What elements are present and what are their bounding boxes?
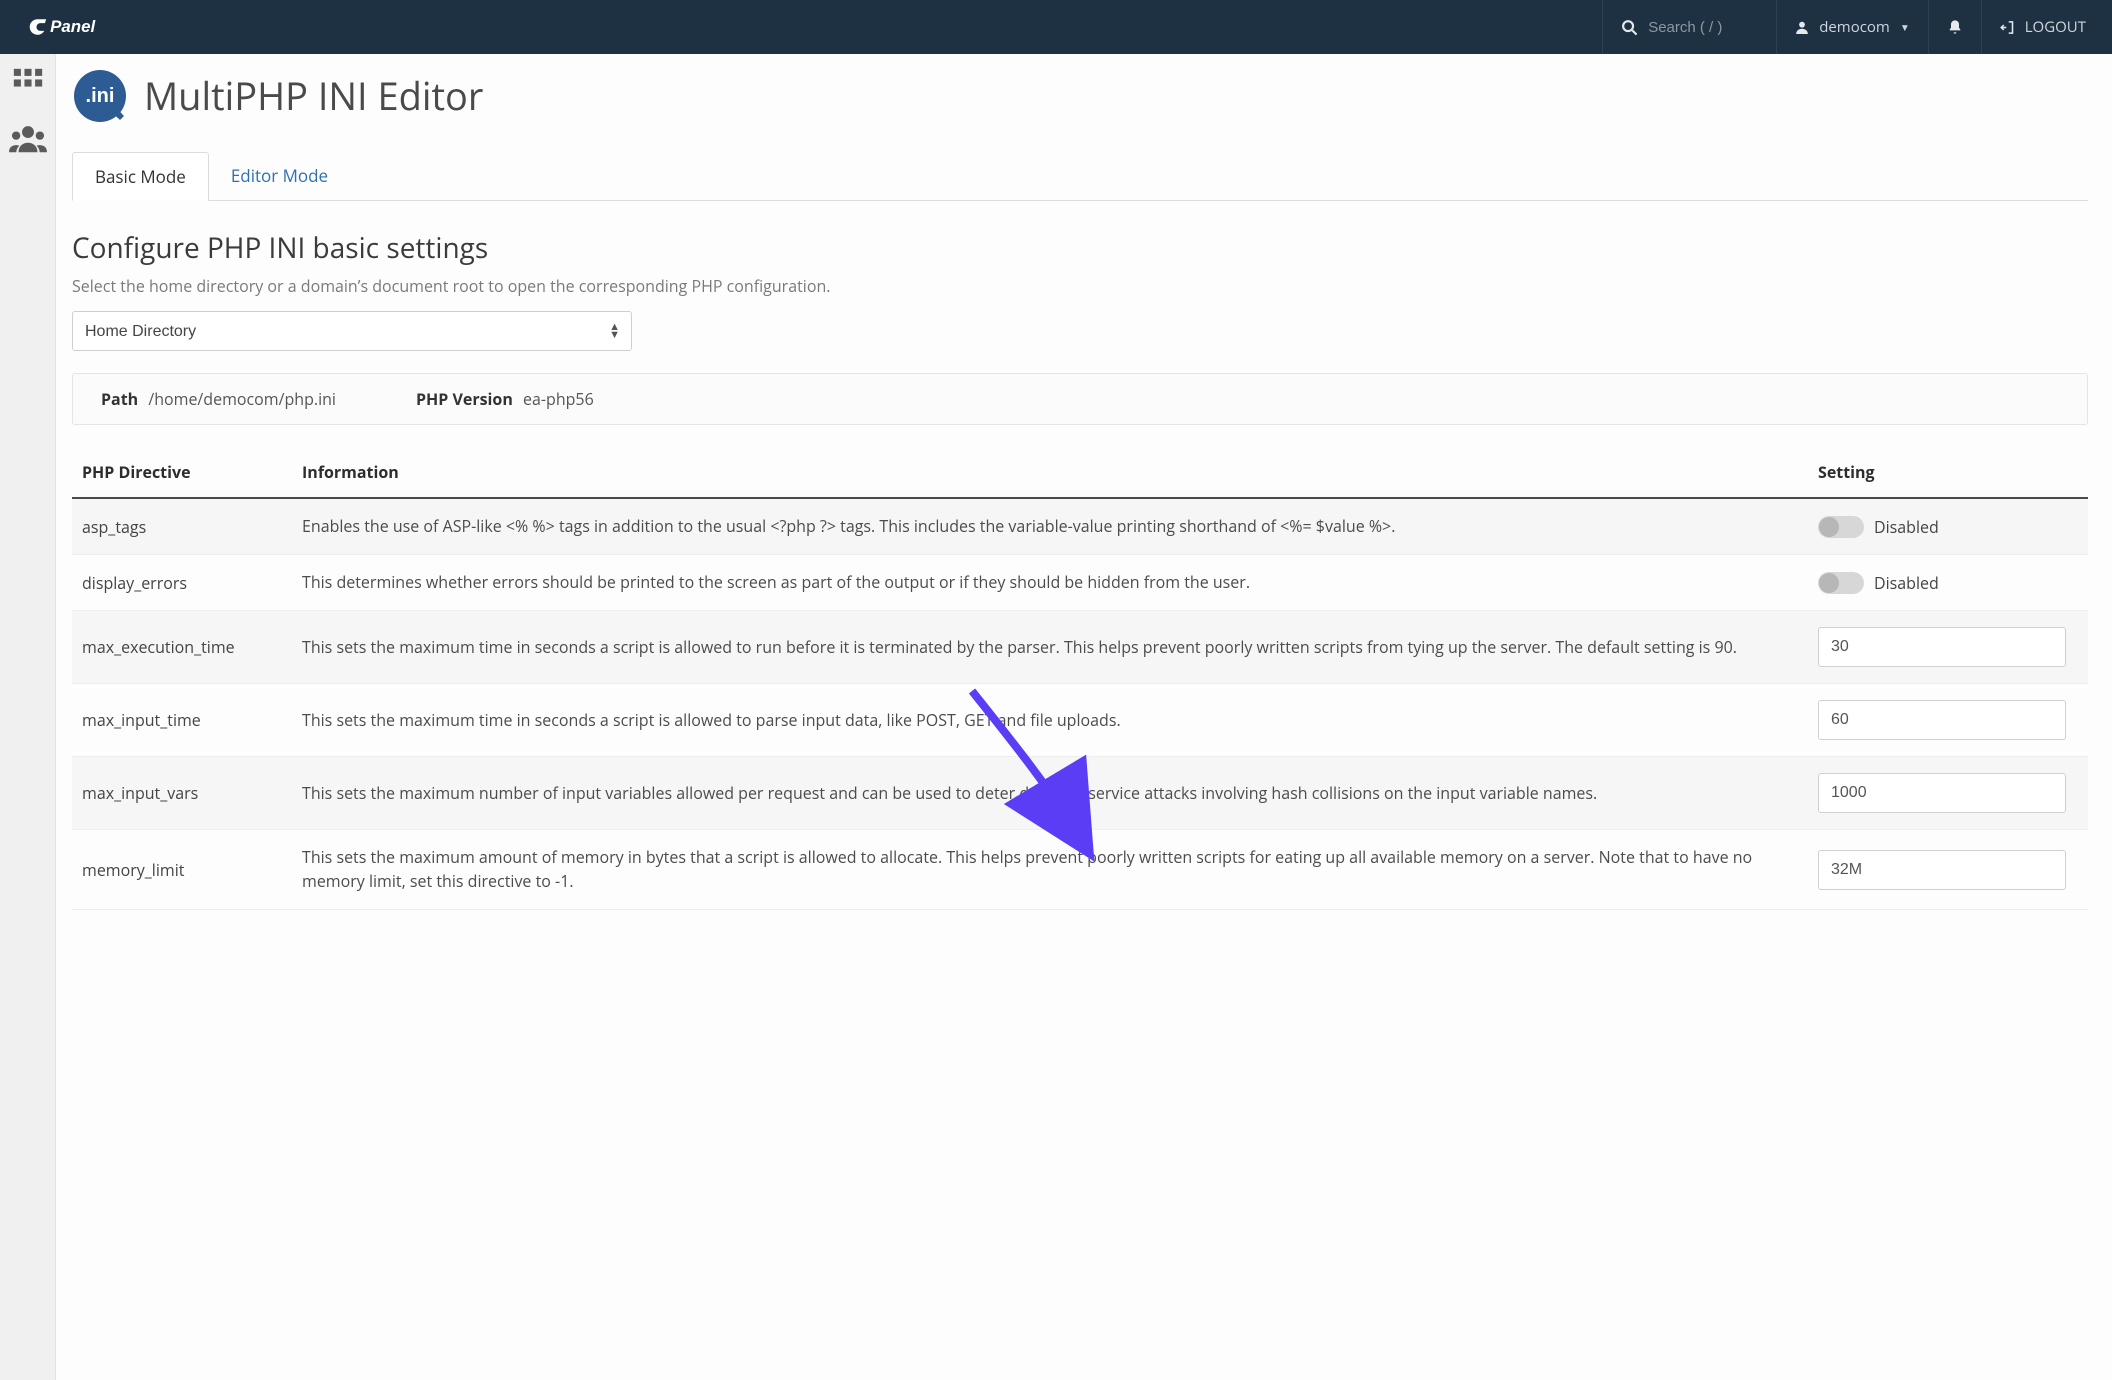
cpanel-logo[interactable]: Panel xyxy=(0,14,160,40)
apps-grid-icon[interactable] xyxy=(11,66,45,105)
input-max-input-time[interactable] xyxy=(1818,700,2066,740)
toggle-asp-tags[interactable] xyxy=(1818,516,1864,538)
path-label: Path xyxy=(101,388,138,410)
nav-logout[interactable]: LOGOUT xyxy=(1981,0,2112,54)
page-header: .ini MultiPHP INI Editor xyxy=(72,54,2088,146)
table-row: max_execution_time This sets the maximum… xyxy=(72,611,2088,684)
php-version-label: PHP Version xyxy=(416,388,513,410)
tab-basic-mode[interactable]: Basic Mode xyxy=(72,152,209,201)
page-title: MultiPHP INI Editor xyxy=(144,70,483,122)
path-value: /home/democom/php.ini xyxy=(148,388,336,410)
directive-info: This sets the maximum time in seconds a … xyxy=(292,684,1808,757)
nav-user-menu[interactable]: democom ▼ xyxy=(1776,0,1928,54)
php-version-value: ea-php56 xyxy=(523,388,594,410)
directive-name: display_errors xyxy=(72,555,292,611)
chevron-down-icon: ▼ xyxy=(1900,20,1910,34)
directive-info: This determines whether errors should be… xyxy=(292,555,1808,611)
section-subtitle: Select the home directory or a domain’s … xyxy=(72,275,2088,297)
nav-notifications[interactable] xyxy=(1928,0,1981,54)
top-navbar: Panel democom ▼ LOGOUT xyxy=(0,0,2112,54)
config-info-bar: Path /home/democom/php.ini PHP Version e… xyxy=(72,373,2088,425)
section-title: Configure PHP INI basic settings xyxy=(72,229,2088,267)
directive-info: This sets the maximum amount of memory i… xyxy=(292,830,1808,909)
input-max-execution-time[interactable] xyxy=(1818,627,2066,667)
nav-search[interactable] xyxy=(1602,0,1776,54)
user-icon xyxy=(1795,20,1809,34)
tabs: Basic Mode Editor Mode xyxy=(72,152,2088,201)
directive-name: max_execution_time xyxy=(72,611,292,684)
table-row: max_input_vars This sets the maximum num… xyxy=(72,757,2088,830)
directive-name: max_input_vars xyxy=(72,757,292,830)
input-memory-limit[interactable] xyxy=(1818,850,2066,890)
directive-name: asp_tags xyxy=(72,498,292,555)
logout-icon xyxy=(2000,20,2015,35)
search-input[interactable] xyxy=(1648,19,1758,36)
location-select[interactable]: Home Directory xyxy=(72,311,632,351)
input-max-input-vars[interactable] xyxy=(1818,773,2066,813)
nav-username: democom xyxy=(1819,17,1890,37)
bell-icon xyxy=(1947,19,1963,35)
directive-name: max_input_time xyxy=(72,684,292,757)
left-sidebar xyxy=(0,54,55,1380)
col-information: Information xyxy=(292,451,1808,498)
table-row: display_errors This determines whether e… xyxy=(72,555,2088,611)
col-directive: PHP Directive xyxy=(72,451,292,498)
svg-text:Panel: Panel xyxy=(50,17,95,36)
toggle-label: Disabled xyxy=(1874,516,1939,538)
directive-info: Enables the use of ASP-like <% %> tags i… xyxy=(292,498,1808,555)
users-icon[interactable] xyxy=(9,123,47,158)
directive-name: memory_limit xyxy=(72,830,292,909)
col-setting: Setting xyxy=(1808,451,2088,498)
logout-label: LOGOUT xyxy=(2025,17,2086,37)
tab-editor-mode[interactable]: Editor Mode xyxy=(209,152,350,200)
directive-info: This sets the maximum time in seconds a … xyxy=(292,611,1808,684)
toggle-display-errors[interactable] xyxy=(1818,572,1864,594)
toggle-label: Disabled xyxy=(1874,572,1939,594)
table-row: memory_limit This sets the maximum amoun… xyxy=(72,830,2088,909)
search-icon xyxy=(1621,19,1638,36)
feature-ini-icon: .ini xyxy=(72,68,128,124)
table-row: max_input_time This sets the maximum tim… xyxy=(72,684,2088,757)
svg-text:.ini: .ini xyxy=(86,85,115,107)
table-row: asp_tags Enables the use of ASP-like <% … xyxy=(72,498,2088,555)
directives-table: PHP Directive Information Setting asp_ta… xyxy=(72,451,2088,910)
directive-info: This sets the maximum number of input va… xyxy=(292,757,1808,830)
